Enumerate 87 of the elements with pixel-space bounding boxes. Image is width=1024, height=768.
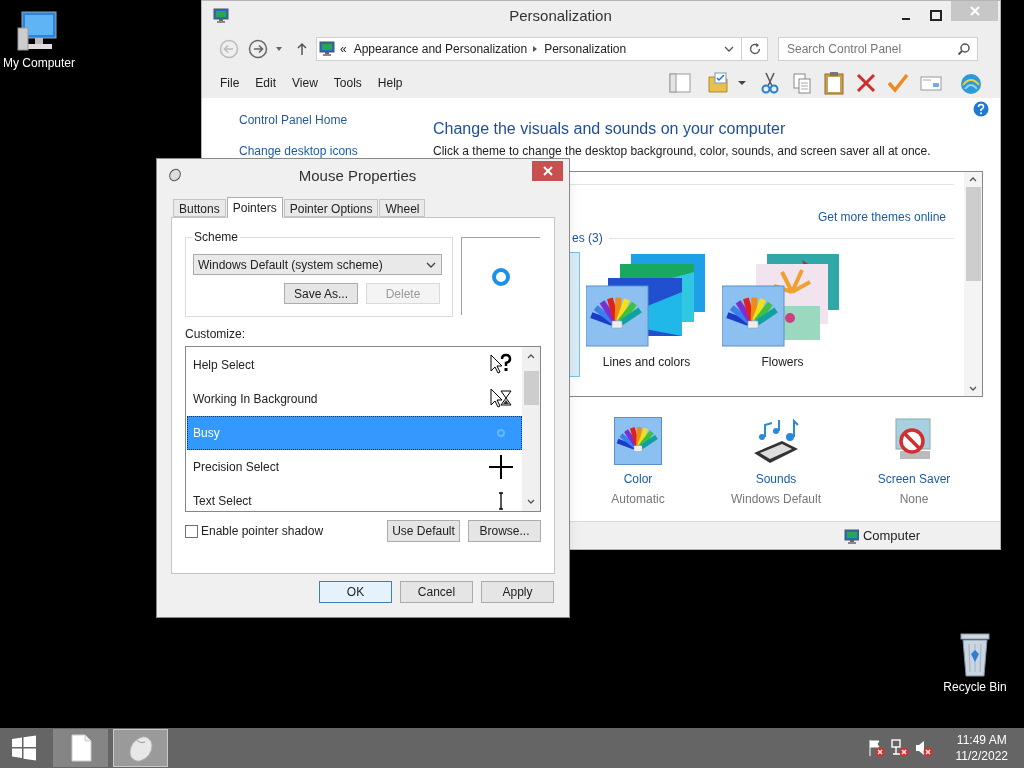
page-heading: Change the visuals and sounds on your computer [432,119,787,139]
close-icon [969,6,980,16]
dialog-button[interactable]: Save As... [284,283,358,304]
list-item[interactable]: Help Select [187,348,522,382]
menu-item[interactable]: Edit [255,73,277,92]
windows-logo-icon [11,735,37,761]
dialog-button[interactable]: OK [319,581,392,603]
clock-date: 11/2/2022 [955,748,1008,764]
dropdown-value: Windows Default (system scheme) [197,256,384,274]
crosshair-icon [489,455,513,479]
sidebar-link[interactable]: Change desktop icons [239,143,358,159]
scrollbar[interactable] [522,347,540,511]
speaker-muted-icon[interactable] [913,738,934,758]
scroll-thumb[interactable] [965,187,981,281]
document-icon [69,734,92,762]
dialog-button[interactable]: Browse... [468,520,541,542]
music-keyboard-icon[interactable] [752,417,800,465]
scrollbar[interactable] [964,172,982,396]
list-item-text: Busy [192,425,220,442]
up-arrow-icon[interactable] [296,42,308,56]
list-item[interactable]: Working In Background [187,382,522,416]
dialog-title: Mouse Properties [297,166,418,186]
list-item-text: Text Select [192,493,252,510]
setting-value: Windows Default [730,491,821,507]
folder-icon[interactable] [706,70,730,95]
tab[interactable]: Pointer Options [283,199,379,217]
search-icon [957,42,971,56]
setting-value: Automatic [611,491,665,507]
menu-item[interactable]: Tools [333,73,362,92]
list-item-text: Precision Select [192,459,280,476]
desktop-icon-label[interactable]: My Computer [3,56,75,70]
theme-name[interactable]: Lines and colors [602,354,691,370]
refresh-icon[interactable] [747,42,762,56]
themes-link[interactable]: Get more themes online [817,209,946,225]
breadcrumb-overflow[interactable]: « [340,40,347,58]
theme-group-label: es (3) [572,230,603,246]
control-panel-icon [212,7,230,25]
tab[interactable]: Wheel [379,199,426,217]
dialog-button[interactable]: Apply [481,581,554,603]
list-item-text: Help Select [192,357,255,374]
forward-icon[interactable] [248,39,268,59]
desktop-icon-label[interactable]: Recycle Bin [943,680,1007,694]
sidebar-link[interactable]: Control Panel Home [239,112,348,128]
network-icon[interactable] [889,738,910,758]
computer-icon [842,527,859,544]
breadcrumb[interactable]: Personalization [544,40,627,58]
dialog-button[interactable]: Use Default [387,520,460,542]
setting-link[interactable]: Screen Saver [877,471,951,487]
tab[interactable]: Pointers [226,197,283,218]
checkbox[interactable] [185,524,198,538]
tab[interactable]: Buttons [173,199,226,217]
list-item[interactable]: Text Select [187,484,522,511]
status-text: Computer [862,526,920,545]
section-label: Customize: [185,327,247,341]
clipboard-icon[interactable] [822,70,846,95]
breadcrumb[interactable]: Appearance and Personalization [353,40,528,58]
dropdown-icon[interactable] [723,44,735,54]
close-button[interactable] [532,161,563,181]
menu-item[interactable]: View [292,73,318,92]
setting-value: None [899,491,929,507]
search-field[interactable]: Search Control Panel [779,40,957,58]
group-label: Scheme [192,230,241,244]
clock-time: 11:49 AM [956,732,1007,748]
text-cursor-icon [498,492,504,510]
scroll-thumb[interactable] [523,371,539,405]
checkbox-label[interactable]: Enable pointer shadow [201,522,324,540]
list-item[interactable]: Precision Select [187,450,522,484]
setting-link[interactable]: Color [623,471,653,487]
color-palette-icon[interactable] [614,417,662,465]
search-box[interactable]: Search Control Panel [778,37,978,61]
page-description: Click a theme to change the desktop background, color, sounds, and screen saver all at once. [432,144,932,158]
busy-ring-icon [491,266,511,287]
busy-cursor-icon [496,428,506,438]
dialog-button[interactable]: Cancel [400,581,473,603]
window-title: Personalization [508,5,613,26]
theme-name[interactable]: Flowers [761,354,804,370]
menu-item[interactable]: Help [377,73,403,92]
menu-item[interactable]: File [220,73,240,92]
taskbar-button[interactable] [53,729,108,767]
close-icon [542,166,553,176]
setting-link[interactable]: Sounds [755,471,797,487]
scheme-dropdown[interactable]: Windows Default (system scheme) [193,254,442,275]
help-icon[interactable] [973,101,989,117]
list-item-text: Working In Background [192,391,318,408]
clock[interactable]: 11:49 AM 11/2/2022 [955,732,1008,764]
control-panel-icon [318,40,336,58]
address-bar[interactable]: « Appearance and Personalization Personalization [316,37,768,61]
